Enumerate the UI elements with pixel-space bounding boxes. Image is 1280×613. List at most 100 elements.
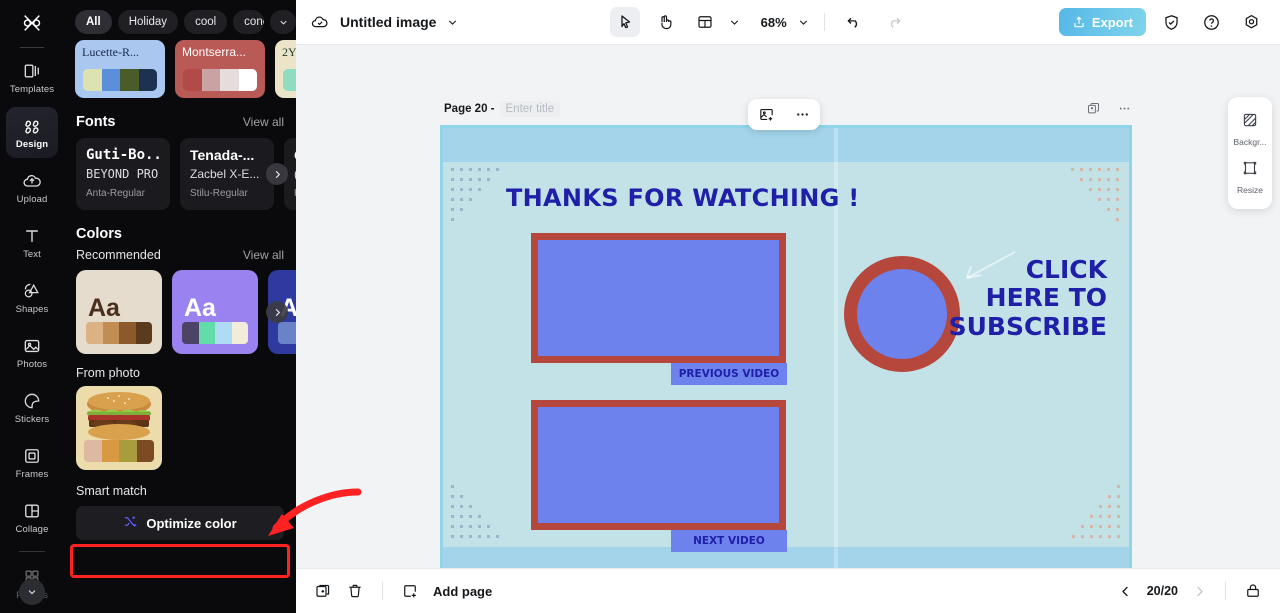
- highlight-box-optimize: [70, 544, 290, 578]
- font-line-1: Guti-Bo...: [86, 147, 160, 163]
- color-sample-text: Aa: [184, 294, 216, 322]
- color-sample-text: Aa: [88, 294, 120, 322]
- settings-button[interactable]: [1236, 7, 1266, 37]
- chip-all[interactable]: All: [75, 10, 112, 34]
- color-card[interactable]: Aa: [172, 270, 258, 354]
- layout-tool-button[interactable]: [690, 7, 720, 37]
- help-button[interactable]: [1196, 7, 1226, 37]
- shield-check-button[interactable]: [1156, 7, 1186, 37]
- fonts-view-all[interactable]: View all: [243, 115, 284, 129]
- cloud-saved-icon[interactable]: [310, 12, 330, 32]
- undo-button[interactable]: [839, 7, 869, 37]
- font-line-3: Stilu-Regular: [190, 188, 248, 199]
- slide-top-band: [443, 128, 1129, 162]
- template-card[interactable]: Lucette-R...: [75, 40, 165, 98]
- template-card[interactable]: 2Y: [275, 40, 296, 98]
- export-button[interactable]: Export: [1058, 8, 1147, 36]
- sidebar-label-text: Text: [23, 248, 41, 260]
- page-title-input[interactable]: Enter title: [499, 101, 561, 117]
- add-page-icon[interactable]: [401, 582, 419, 600]
- select-tool-button[interactable]: [609, 7, 640, 37]
- template-name: 2Y: [282, 45, 296, 59]
- more-horizontal-icon[interactable]: [794, 106, 811, 123]
- dot-pattern-top-right: [1071, 168, 1119, 221]
- template-card[interactable]: Montserra...: [175, 40, 265, 98]
- bottom-divider-2: [1225, 582, 1226, 600]
- burger-photo: [87, 392, 151, 440]
- font-card[interactable]: Tenada-... Zacbel X-E... Stilu-Regular: [180, 138, 274, 210]
- fonts-row: Guti-Bo... BEYOND PRO... Anta-Regular Te…: [64, 138, 296, 210]
- color-swatches: [278, 322, 296, 344]
- font-line-3: Anta-Regular: [86, 188, 145, 199]
- resize-button[interactable]: Resize: [1228, 153, 1272, 201]
- page-more-icon[interactable]: [1117, 101, 1132, 116]
- sidebar-item-frames[interactable]: Frames: [6, 437, 58, 488]
- sidebar-label-frames: Frames: [15, 468, 49, 480]
- sidebar-item-upload[interactable]: Upload: [6, 162, 58, 213]
- delete-page-button[interactable]: [346, 582, 364, 600]
- chevron-right-icon[interactable]: [266, 163, 288, 185]
- next-page-button[interactable]: [1192, 584, 1207, 599]
- smart-match-label: Smart match: [76, 484, 147, 498]
- slide-canvas[interactable]: THANKS FOR WATCHING ! PREVIOUS VIDEO NEX…: [440, 125, 1132, 568]
- redo-button[interactable]: [879, 7, 909, 37]
- document-title[interactable]: Untitled image: [340, 14, 436, 30]
- chevron-right-icon[interactable]: [266, 301, 288, 323]
- design-icon: [22, 116, 42, 136]
- dot-pattern-top-left: [451, 168, 499, 221]
- color-swatches: [86, 322, 152, 344]
- export-label: Export: [1091, 14, 1134, 30]
- main-area: Untitled image 68% Export Page 20 - Ente…: [296, 0, 1280, 613]
- sidebar-item-design[interactable]: Design: [6, 107, 58, 159]
- background-button[interactable]: Backgr...: [1228, 105, 1272, 153]
- sidebar-item-photos[interactable]: Photos: [6, 327, 58, 378]
- sidebar-label-design: Design: [15, 138, 49, 150]
- sidebar-item-text[interactable]: Text: [6, 217, 58, 268]
- sidebar-item-stickers[interactable]: Stickers: [6, 382, 58, 433]
- zoom-caret-icon[interactable]: [797, 16, 810, 29]
- sidebar-item-shapes[interactable]: Shapes: [6, 272, 58, 323]
- font-card[interactable]: Guti-Bo... BEYOND PRO... Anta-Regular: [76, 138, 170, 210]
- chip-cool[interactable]: cool: [184, 10, 228, 34]
- right-dock: Backgr... Resize: [1228, 97, 1272, 209]
- image-plus-icon[interactable]: [758, 106, 775, 123]
- colors-title: Colors: [76, 226, 122, 242]
- background-label: Backgr...: [1233, 137, 1267, 147]
- rail-expand-button[interactable]: [19, 579, 45, 605]
- prev-page-button[interactable]: [1118, 584, 1133, 599]
- sidebar-item-templates[interactable]: Templates: [6, 52, 58, 103]
- sidebar-item-collage[interactable]: Collage: [6, 492, 58, 543]
- app-logo[interactable]: [0, 0, 64, 45]
- hand-tool-button[interactable]: [650, 7, 680, 37]
- resize-label: Resize: [1237, 185, 1263, 195]
- cta-line-2: HERE TO: [985, 283, 1107, 313]
- from-photo-card[interactable]: [76, 386, 162, 470]
- color-card[interactable]: Aa: [76, 270, 162, 354]
- add-page-label[interactable]: Add page: [433, 584, 492, 599]
- color-swatches: [182, 322, 248, 344]
- colors-view-all[interactable]: View all: [243, 248, 284, 262]
- colors-row: Aa Aa A: [64, 270, 296, 354]
- template-name: Lucette-R...: [82, 45, 139, 59]
- title-caret-icon[interactable]: [446, 16, 459, 29]
- toolbar-divider: [823, 13, 825, 31]
- canvas-area[interactable]: Page 20 - Enter title THANKS FOR WATCHIN…: [296, 45, 1280, 568]
- optimize-color-button[interactable]: Optimize color: [76, 506, 284, 540]
- chip-holiday[interactable]: Holiday: [117, 10, 179, 34]
- duplicate-page-icon[interactable]: [1086, 101, 1101, 116]
- duplicate-page-button[interactable]: [314, 582, 332, 600]
- colors-section-header: Colors: [64, 210, 296, 244]
- shapes-icon: [22, 281, 42, 301]
- chip-concise[interactable]: concise: [233, 10, 264, 34]
- layout-caret-icon[interactable]: [728, 16, 741, 29]
- sidebar-label-photos: Photos: [16, 358, 48, 370]
- zoom-level[interactable]: 68%: [761, 15, 787, 30]
- chevron-down-icon[interactable]: [270, 10, 296, 34]
- upload-cloud-icon: [22, 171, 42, 191]
- template-name: Montserra...: [182, 45, 247, 59]
- page-indicator: 20/20: [1146, 584, 1178, 598]
- font-line-2: BEYOND PRO...: [86, 167, 160, 181]
- dot-pattern-bottom-right: [1072, 485, 1120, 538]
- present-button[interactable]: [1244, 582, 1262, 600]
- stickers-icon: [22, 391, 42, 411]
